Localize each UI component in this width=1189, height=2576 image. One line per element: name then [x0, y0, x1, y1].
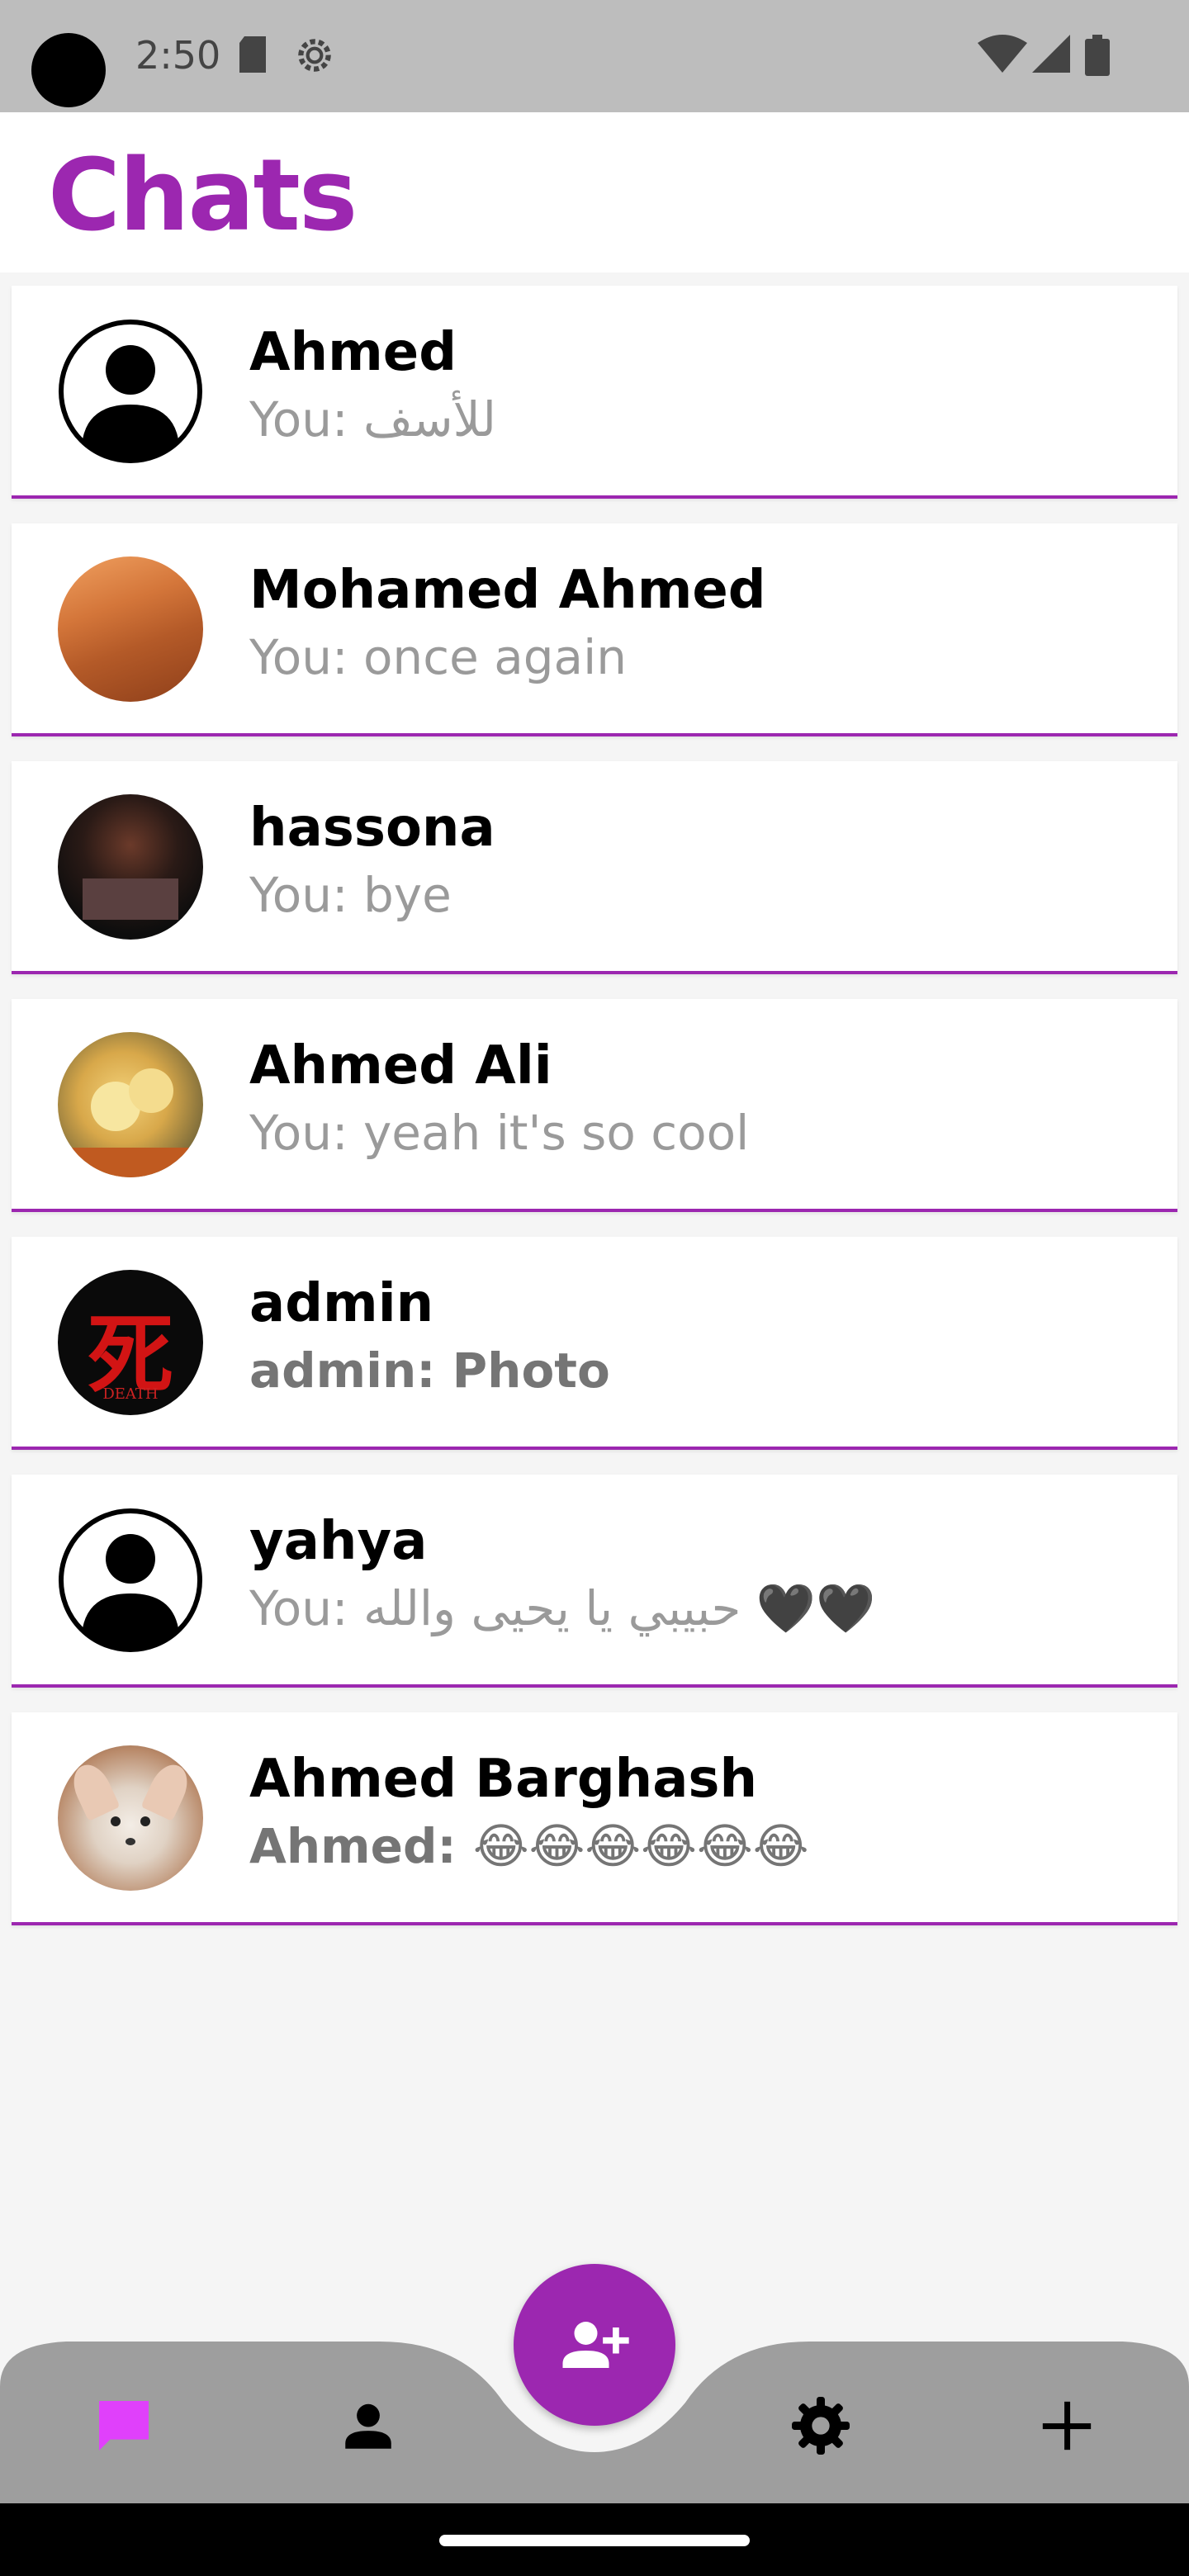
chat-list-item[interactable]: yahya You: حبيبي يا يحيى والله 🖤🖤 [12, 1475, 1177, 1688]
home-indicator[interactable] [439, 2535, 750, 2546]
add-icon [1042, 2401, 1092, 2451]
signal-icon [1032, 35, 1070, 73]
chat-list-item[interactable]: Ahmed Ali You: yeah it's so cool [12, 999, 1177, 1212]
chat-name: admin [249, 1273, 434, 1334]
default-person-avatar [58, 319, 203, 464]
chat-last-message: You: حبيبي يا يحيى والله 🖤🖤 [249, 1580, 876, 1636]
settings-gear-icon [298, 39, 331, 72]
page-title: Chats [48, 139, 358, 253]
add-contact-fab[interactable] [514, 2264, 675, 2426]
chat-icon [99, 2401, 149, 2451]
camera-cutout [31, 33, 106, 107]
chat-name: Ahmed [249, 322, 457, 383]
battery-icon [1085, 35, 1110, 76]
status-time: 2:50 [135, 33, 221, 78]
chat-last-message: You: bye [249, 867, 452, 923]
settings-icon [792, 2397, 850, 2455]
chat-last-message: admin: Photo [249, 1342, 610, 1399]
chat-list-item[interactable]: Ahmed You: للأسف [12, 286, 1177, 499]
chat-list-item[interactable]: Mohamed Ahmed You: once again [12, 523, 1177, 736]
desert-photo-avatar [58, 556, 203, 702]
add-person-icon [562, 2322, 629, 2368]
nav-chats[interactable] [74, 2376, 173, 2475]
sd-card-icon [239, 36, 266, 73]
chicks-photo-avatar [58, 1032, 203, 1177]
chat-name: Mohamed Ahmed [249, 560, 766, 621]
chat-list-item[interactable]: hassona You: bye [12, 761, 1177, 974]
fox-photo-avatar [58, 1745, 203, 1891]
chat-name: yahya [249, 1511, 428, 1572]
nav-profile[interactable] [319, 2376, 418, 2475]
chat-last-message: You: yeah it's so cool [249, 1105, 750, 1161]
chat-name: hassona [249, 798, 495, 859]
chat-name: Ahmed Barghash [249, 1749, 758, 1810]
nav-add[interactable] [1017, 2376, 1116, 2475]
chat-name: Ahmed Ali [249, 1035, 552, 1096]
death-kanji-avatar: 死 DEATH [58, 1270, 203, 1415]
nav-settings[interactable] [771, 2376, 870, 2475]
dark-photo-avatar [58, 794, 203, 940]
chat-last-message: You: للأسف [249, 391, 496, 447]
status-bar: 2:50 [0, 0, 1189, 112]
chat-list-item[interactable]: 死 DEATH admin admin: Photo [12, 1237, 1177, 1450]
default-person-avatar [58, 1508, 203, 1653]
chat-list-item[interactable]: Ahmed Barghash Ahmed: 😂😂😂😂😂😂 [12, 1712, 1177, 1925]
chat-last-message: You: once again [249, 629, 627, 685]
wifi-icon [978, 35, 1027, 73]
chat-last-message: Ahmed: 😂😂😂😂😂😂 [249, 1818, 809, 1874]
person-icon [345, 2403, 391, 2449]
